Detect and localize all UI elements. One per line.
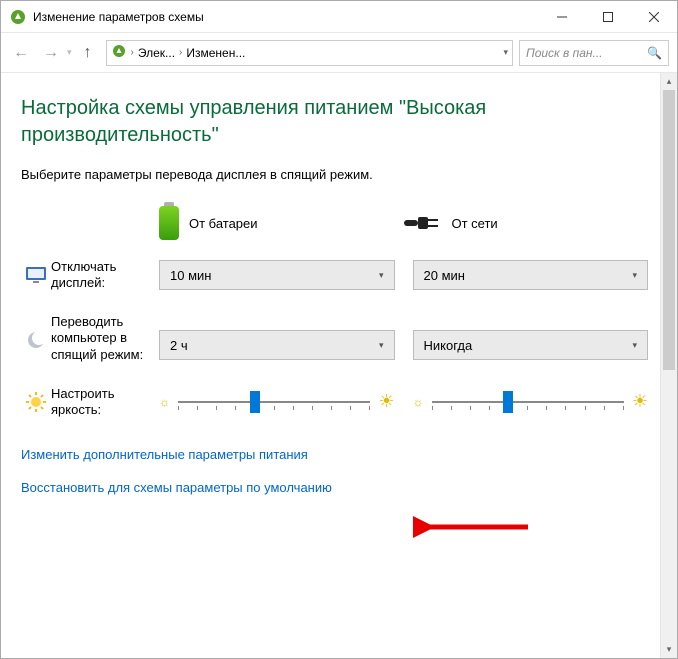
display-off-plugged-dropdown[interactable]: 20 мин ▾ <box>413 260 649 290</box>
page-subtitle: Выберите параметры перевода дисплея в сп… <box>21 167 648 182</box>
plug-icon <box>404 213 442 233</box>
search-icon[interactable]: 🔍 <box>647 46 662 60</box>
column-headers: От батареи От сети <box>21 206 648 240</box>
sun-large-icon: ☀ <box>632 391 648 412</box>
row-brightness: Настроить яркость: ☼ ☀ ☼ <box>21 385 648 419</box>
minimize-button[interactable] <box>539 1 585 32</box>
sun-large-icon: ☀ <box>378 391 394 412</box>
window-title: Изменение параметров схемы <box>33 10 539 24</box>
titlebar: Изменение параметров схемы <box>1 1 677 33</box>
annotation-arrow <box>413 514 533 540</box>
row-sleep: Переводить компьютер в спящий режим: 2 ч… <box>21 314 648 363</box>
vertical-scrollbar[interactable]: ▴ ▾ <box>660 73 677 658</box>
battery-icon <box>159 206 179 240</box>
maximize-button[interactable] <box>585 1 631 32</box>
address-bar[interactable]: › Элек... › Изменен... ▾ <box>106 40 513 66</box>
sun-small-icon: ☼ <box>159 395 170 409</box>
brightness-battery-slider[interactable]: ☼ ☀ <box>159 391 395 412</box>
row-brightness-label: Настроить яркость: <box>51 386 159 419</box>
back-button[interactable]: ← <box>9 41 33 65</box>
toolbar: ← → ▾ ↑ › Элек... › Изменен... ▾ Поиск в… <box>1 33 677 73</box>
row-display-off-label: Отключать дисплей: <box>51 259 159 292</box>
search-input[interactable]: Поиск в пан... 🔍 <box>519 40 669 66</box>
address-dropdown-icon[interactable]: ▾ <box>503 47 508 58</box>
forward-button[interactable]: → <box>39 41 63 65</box>
brightness-plugged-slider[interactable]: ☼ ☀ <box>413 391 649 412</box>
close-button[interactable] <box>631 1 677 32</box>
row-display-off: Отключать дисплей: 10 мин ▾ 20 мин ▾ <box>21 258 648 292</box>
scrollbar-thumb[interactable] <box>663 90 675 370</box>
display-off-battery-dropdown[interactable]: 10 мин ▾ <box>159 260 395 290</box>
page-title: Настройка схемы управления питанием "Выс… <box>21 95 648 149</box>
chevron-right-icon: › <box>179 47 182 58</box>
nav-dropdown-icon[interactable]: ▾ <box>67 47 72 58</box>
chevron-down-icon: ▾ <box>379 340 384 351</box>
column-battery: От батареи <box>159 206 404 240</box>
sleep-plugged-dropdown[interactable]: Никогда ▾ <box>413 330 649 360</box>
sun-small-icon: ☼ <box>413 395 424 409</box>
display-icon <box>21 264 51 286</box>
column-plugged-label: От сети <box>452 216 498 231</box>
chevron-right-icon: › <box>131 47 134 58</box>
sleep-battery-dropdown[interactable]: 2 ч ▾ <box>159 330 395 360</box>
moon-icon <box>21 314 51 350</box>
column-battery-label: От батареи <box>189 216 258 231</box>
chevron-down-icon: ▾ <box>632 270 637 281</box>
scroll-up-icon[interactable]: ▴ <box>661 73 677 90</box>
sun-icon <box>21 391 51 413</box>
row-sleep-label: Переводить компьютер в спящий режим: <box>51 314 159 363</box>
up-button[interactable]: ↑ <box>76 41 100 65</box>
scroll-down-icon[interactable]: ▾ <box>661 641 677 658</box>
app-icon <box>9 8 27 26</box>
advanced-settings-link[interactable]: Изменить дополнительные параметры питани… <box>21 441 648 468</box>
breadcrumb-2[interactable]: Изменен... <box>186 46 245 60</box>
restore-defaults-link[interactable]: Восстановить для схемы параметры по умол… <box>21 474 648 501</box>
content-area: Настройка схемы управления питанием "Выс… <box>1 73 660 658</box>
column-plugged: От сети <box>404 213 649 233</box>
breadcrumb-1[interactable]: Элек... <box>138 46 175 60</box>
chevron-down-icon: ▾ <box>379 270 384 281</box>
breadcrumb-icon <box>111 43 127 62</box>
chevron-down-icon: ▾ <box>632 340 637 351</box>
